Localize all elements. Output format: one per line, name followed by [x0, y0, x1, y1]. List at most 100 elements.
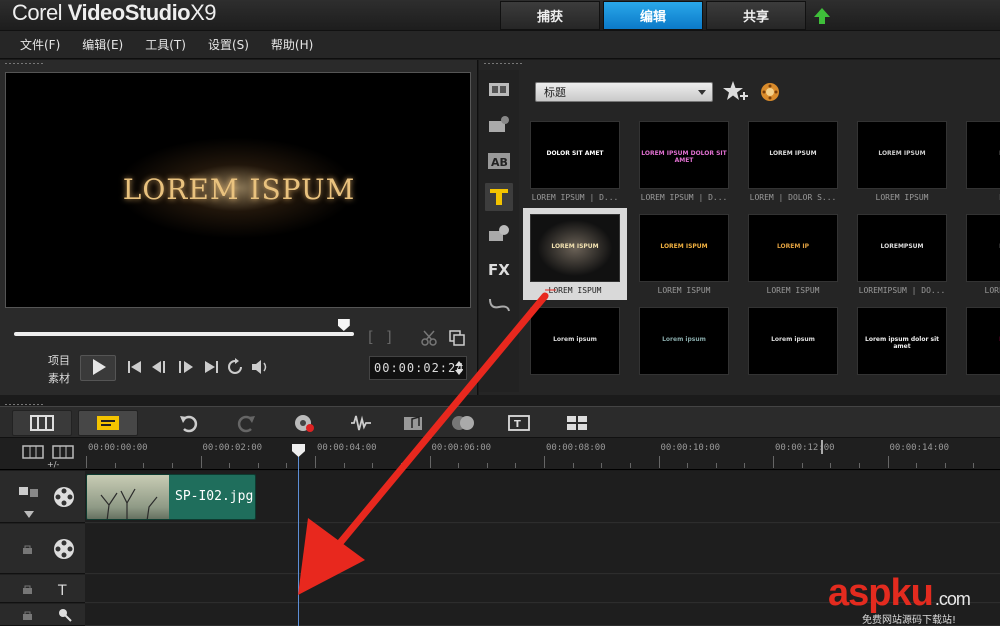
lock-icon[interactable]: [22, 544, 34, 554]
title-thumbnail[interactable]: LOREM ISPUM LOREM ISPUM: [632, 208, 736, 300]
graphic-button[interactable]: [484, 218, 514, 248]
ruler-tick: [400, 463, 402, 468]
play-icon[interactable]: [90, 357, 108, 377]
ruler-tick: [973, 463, 975, 468]
title-thumbnail[interactable]: LOREM IP LOREM ISPUM: [741, 208, 845, 300]
subtitle-editor-icon[interactable]: T: [508, 413, 530, 433]
video-track[interactable]: SP-I02.jpg: [85, 471, 1000, 523]
title-thumbnail[interactable]: LOREM ISPUM LOREM ISPUM: [523, 208, 627, 300]
lock-icon[interactable]: [22, 610, 34, 620]
title-thumbnail[interactable]: DOLOR SIT AMET LOREM IPSUM | D...: [523, 115, 627, 207]
multi-camera-icon[interactable]: [566, 413, 588, 433]
title-thumbnail[interactable]: LOREM IPSUM LOREM IPSUM: [850, 115, 954, 207]
add-favorite-icon[interactable]: [723, 80, 749, 104]
title-button[interactable]: [484, 182, 514, 212]
menu-file[interactable]: 文件(F): [20, 36, 60, 53]
mark-in-button[interactable]: [: [368, 328, 374, 346]
timeline-grip[interactable]: [4, 403, 44, 406]
panel-grip[interactable]: [4, 62, 44, 65]
redo-icon[interactable]: [235, 413, 257, 433]
timecode-stepper-icon[interactable]: [454, 360, 464, 376]
menu-edit[interactable]: 编辑(E): [82, 36, 123, 53]
lock-icon[interactable]: [22, 584, 34, 594]
upload-icon[interactable]: [812, 6, 832, 26]
scrub-bar[interactable]: [14, 332, 354, 336]
timeline-clip[interactable]: SP-I02.jpg: [86, 474, 256, 520]
voice-track-header: [0, 604, 85, 626]
title-thumbnail[interactable]: Lorem ipsum dolor sit amet: [850, 301, 954, 391]
repeat-icon[interactable]: [226, 358, 244, 376]
title-thumbnail[interactable]: LOREM: [959, 301, 1000, 391]
mode-project-label[interactable]: 项目: [48, 352, 70, 370]
ruler-tick: [601, 463, 603, 468]
menu-help[interactable]: 帮助(H): [271, 36, 313, 53]
undo-icon[interactable]: [178, 413, 200, 433]
tab-capture[interactable]: 捕获: [500, 1, 600, 30]
svg-text:AB: AB: [491, 156, 508, 169]
title-thumbnail[interactable]: Lorem ipsum: [632, 301, 736, 391]
timecode-field[interactable]: 00:00:02:24: [369, 356, 467, 380]
title-thumbnail[interactable]: LOREM LOREM ISPUM: [959, 208, 1000, 300]
playhead-line[interactable]: [298, 444, 299, 626]
track-manager-icon[interactable]: [22, 444, 44, 460]
title-thumbnail[interactable]: LOREM IPSUM DOLOR SIT AMET LOREM IPSUM | …: [632, 115, 736, 207]
fx-icon: FX: [488, 261, 510, 279]
ruler-tick: [658, 456, 660, 468]
title-thumbnail[interactable]: Lorem ipsum: [523, 301, 627, 391]
mode-clip-label[interactable]: 素材: [48, 370, 70, 388]
ruler-tick: [830, 463, 832, 468]
path-button[interactable]: [484, 290, 514, 320]
skip-end-icon[interactable]: [202, 359, 220, 375]
thumbnail-caption: LOREM ISPUM: [984, 286, 1000, 295]
overlay-track[interactable]: [85, 524, 1000, 574]
track-visibility-icon[interactable]: [18, 485, 40, 499]
copy-icon[interactable]: [448, 329, 466, 347]
library-category-select[interactable]: 标题: [535, 82, 713, 102]
instant-project-button[interactable]: [484, 110, 514, 140]
thumbnail-preview: LOREM: [966, 121, 1000, 189]
mark-out-button[interactable]: ]: [386, 328, 392, 346]
ruler-tick: [916, 463, 918, 468]
scissors-icon[interactable]: [420, 329, 438, 347]
title-thumbnail[interactable]: LOREMPSUM LOREMIPSUM | DO...: [850, 208, 954, 300]
ruler-tick: [229, 463, 231, 468]
svg-text:T: T: [514, 419, 521, 430]
ruler-tick: [687, 463, 689, 468]
record-capture-icon[interactable]: [293, 413, 315, 433]
thumbnail-text: LOREM: [967, 150, 1000, 157]
content-library-icon[interactable]: [759, 81, 781, 103]
sound-mixer-icon[interactable]: [350, 413, 372, 433]
ruler-tick: [944, 463, 946, 468]
scrub-handle[interactable]: [337, 319, 350, 331]
timeline-view-button[interactable]: [78, 410, 138, 436]
storyboard-view-button[interactable]: [12, 410, 72, 436]
skip-start-icon[interactable]: [126, 359, 144, 375]
prev-frame-icon[interactable]: [150, 359, 170, 375]
title-thumbnail[interactable]: LOREM IPSUM LOREM | DOLOR S...: [741, 115, 845, 207]
next-frame-icon[interactable]: [176, 359, 196, 375]
auto-music-icon[interactable]: [403, 413, 425, 433]
library-panel-grip[interactable]: [483, 62, 523, 65]
media-library-button[interactable]: [484, 74, 514, 104]
timeline-view-icon: [97, 416, 119, 430]
volume-icon[interactable]: [250, 358, 270, 376]
title-thumbnail[interactable]: LOREM LOREM: [959, 115, 1000, 207]
zoom-control[interactable]: +/-: [47, 460, 59, 469]
preview-screen: LOREM ISPUM: [5, 72, 471, 308]
chapter-icon[interactable]: [52, 444, 74, 460]
ruler-label: 00:00:06:00: [431, 443, 492, 453]
ruler-tick: [801, 463, 803, 468]
filter-button[interactable]: FX: [484, 254, 514, 284]
thumbnail-preview: Lorem ipsum: [639, 307, 729, 375]
menu-tools[interactable]: 工具(T): [145, 36, 186, 53]
tab-share[interactable]: 共享: [706, 1, 806, 30]
title-thumbnail[interactable]: Lorem ipsum: [741, 301, 845, 391]
timeline-ruler[interactable]: +/- 00:00:00:00 00:00:02:00 00:00:04:00 00:…: [0, 438, 1000, 470]
transition-button[interactable]: AB: [484, 146, 514, 176]
tab-edit[interactable]: 编辑: [603, 1, 703, 30]
video-track-icon: [54, 487, 74, 507]
expand-track-icon[interactable]: [24, 511, 34, 519]
thumbnail-text: Lorem ipsum dolor sit amet: [865, 336, 939, 350]
menu-settings[interactable]: 设置(S): [208, 36, 249, 53]
motion-tracking-icon[interactable]: [450, 413, 478, 433]
